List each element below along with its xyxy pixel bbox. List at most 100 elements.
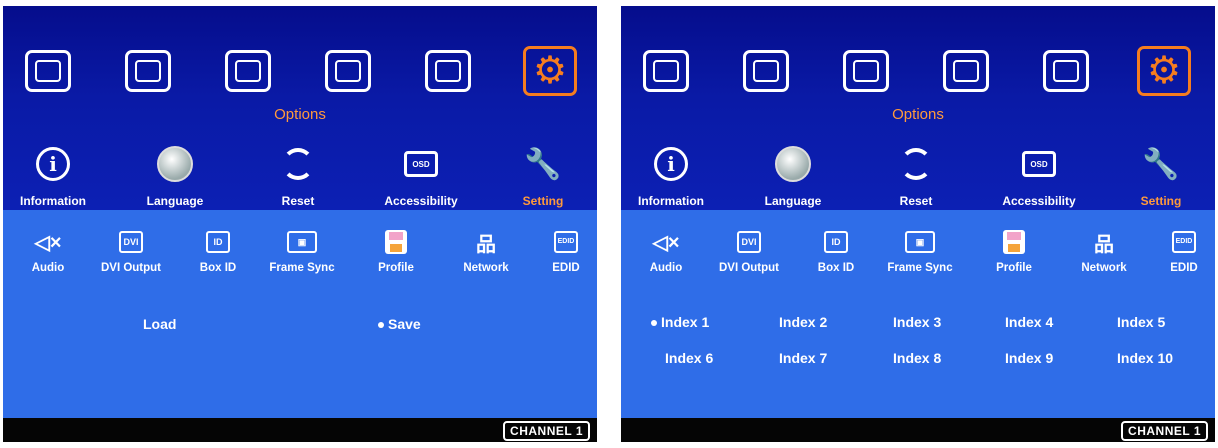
- projector-icon[interactable]: [425, 50, 471, 92]
- option-label: Accessibility: [384, 194, 458, 208]
- sub-item-audio[interactable]: ◁× Audio: [3, 228, 93, 275]
- channel-badge: CHANNEL 1: [1121, 421, 1208, 441]
- osd-screen-index-list: ⚙ Options i Information Language Reset O…: [621, 6, 1215, 442]
- index-label: Index 9: [1005, 350, 1054, 366]
- tools-icon: 🔧: [1142, 147, 1180, 181]
- option-reset[interactable]: Reset: [866, 146, 966, 208]
- sub-item-box-id[interactable]: ID Box ID: [791, 228, 881, 274]
- option-label: Setting: [522, 194, 564, 208]
- sub-item-network[interactable]: 品 Network: [441, 228, 531, 275]
- info-icon: i: [654, 147, 688, 181]
- network-icon: 品: [1094, 233, 1114, 256]
- option-label: Language: [764, 194, 822, 208]
- gear-icon[interactable]: ⚙: [1137, 46, 1191, 96]
- mute-icon: ◁×: [652, 231, 680, 254]
- sub-item-edid[interactable]: EDID EDID: [1139, 228, 1215, 274]
- category-bar: ⚙: [621, 46, 1215, 104]
- sub-item-label: Frame Sync: [887, 262, 953, 274]
- index-option[interactable]: Index 9: [1005, 350, 1053, 366]
- sub-item-audio[interactable]: ◁× Audio: [621, 228, 711, 275]
- option-label: Setting: [1140, 194, 1182, 208]
- index-label: Index 5: [1117, 314, 1166, 330]
- sub-item-network[interactable]: 品 Network: [1059, 228, 1149, 275]
- option-information[interactable]: i Information: [3, 146, 103, 208]
- index-option[interactable]: Index 10: [1117, 350, 1173, 366]
- sub-item-box-id[interactable]: ID Box ID: [173, 228, 263, 274]
- option-language[interactable]: Language: [125, 146, 225, 208]
- selected-dot-icon: [651, 320, 657, 327]
- sub-item-label: Profile: [378, 262, 414, 274]
- sub-item-label: Audio: [31, 262, 65, 274]
- id-icon: ID: [824, 231, 848, 253]
- index-option[interactable]: Index 3: [893, 314, 941, 330]
- reset-icon: [900, 148, 932, 180]
- option-label: Reset: [899, 194, 933, 208]
- color-palette-icon[interactable]: [25, 50, 71, 92]
- index-label: Index 10: [1117, 350, 1174, 366]
- index-option[interactable]: Index 8: [893, 350, 941, 366]
- sub-item-profile[interactable]: Profile: [969, 228, 1059, 274]
- edid-icon: EDID: [1172, 231, 1196, 253]
- sub-item-label: Network: [463, 262, 509, 274]
- menu-bottom-panel: ◁× Audio DVI DVI Output ID Box ID ▣ Fram…: [3, 210, 597, 418]
- option-reset[interactable]: Reset: [248, 146, 348, 208]
- sub-item-frame-sync[interactable]: ▣ Frame Sync: [875, 228, 965, 274]
- choice-save[interactable]: Save: [378, 316, 421, 332]
- index-option[interactable]: Index 1: [651, 314, 709, 330]
- sub-item-dvi-output[interactable]: DVI DVI Output: [86, 228, 176, 274]
- sub-item-label: EDID: [1170, 262, 1198, 274]
- frame-sync-icon: ▣: [905, 231, 935, 253]
- channel-badge: CHANNEL 1: [503, 421, 590, 441]
- index-option[interactable]: Index 4: [1005, 314, 1053, 330]
- index-option[interactable]: Index 7: [779, 350, 827, 366]
- dvi-icon: DVI: [119, 231, 143, 253]
- id-icon: ID: [206, 231, 230, 253]
- section-title: Options: [274, 106, 326, 123]
- floppy-icon: [1003, 230, 1025, 254]
- status-bar: CHANNEL 1: [621, 418, 1215, 442]
- sub-item-profile[interactable]: Profile: [351, 228, 441, 274]
- section-title: Options: [892, 106, 944, 123]
- sub-item-frame-sync[interactable]: ▣ Frame Sync: [257, 228, 347, 274]
- cube-icon[interactable]: [943, 50, 989, 92]
- index-option[interactable]: Index 5: [1117, 314, 1165, 330]
- menu-top-panel: ⚙ Options i Information Language Reset O…: [621, 6, 1215, 210]
- option-label: Reset: [281, 194, 315, 208]
- network-icon: 品: [476, 233, 496, 256]
- pattern-icon[interactable]: [743, 50, 789, 92]
- globe-grid-icon[interactable]: [843, 50, 889, 92]
- projector-icon[interactable]: [1043, 50, 1089, 92]
- globe-grid-icon[interactable]: [225, 50, 271, 92]
- index-label: Index 8: [893, 350, 942, 366]
- option-setting[interactable]: 🔧 Setting: [1111, 146, 1211, 209]
- option-accessibility[interactable]: OSD Accessibility: [989, 146, 1089, 208]
- index-label: Index 7: [779, 350, 828, 366]
- sub-item-label: DVI Output: [100, 262, 162, 274]
- sub-item-label: Frame Sync: [269, 262, 335, 274]
- option-accessibility[interactable]: OSD Accessibility: [371, 146, 471, 208]
- osd-screen-load-save: ⚙ Options i Information Language Reset O…: [3, 6, 597, 442]
- gear-icon[interactable]: ⚙: [523, 46, 577, 96]
- index-option[interactable]: Index 6: [665, 350, 713, 366]
- globe-icon: [775, 146, 811, 182]
- status-bar: CHANNEL 1: [3, 418, 597, 442]
- index-label: Index 6: [665, 350, 714, 366]
- option-setting[interactable]: 🔧 Setting: [493, 146, 593, 209]
- edid-icon: EDID: [554, 231, 578, 253]
- option-label: Language: [146, 194, 204, 208]
- cube-icon[interactable]: [325, 50, 371, 92]
- sub-item-label: Profile: [996, 262, 1032, 274]
- color-palette-icon[interactable]: [643, 50, 689, 92]
- osd-icon: OSD: [404, 151, 438, 177]
- index-label: Index 4: [1005, 314, 1054, 330]
- pattern-icon[interactable]: [125, 50, 171, 92]
- option-information[interactable]: i Information: [621, 146, 721, 208]
- sub-item-edid[interactable]: EDID EDID: [521, 228, 597, 274]
- sub-item-dvi-output[interactable]: DVI DVI Output: [704, 228, 794, 274]
- choice-load[interactable]: Load: [143, 316, 176, 332]
- option-language[interactable]: Language: [743, 146, 843, 208]
- index-option[interactable]: Index 2: [779, 314, 827, 330]
- sub-item-label: Box ID: [817, 262, 855, 274]
- index-label: Index 2: [779, 314, 828, 330]
- choice-label: Load: [143, 316, 177, 332]
